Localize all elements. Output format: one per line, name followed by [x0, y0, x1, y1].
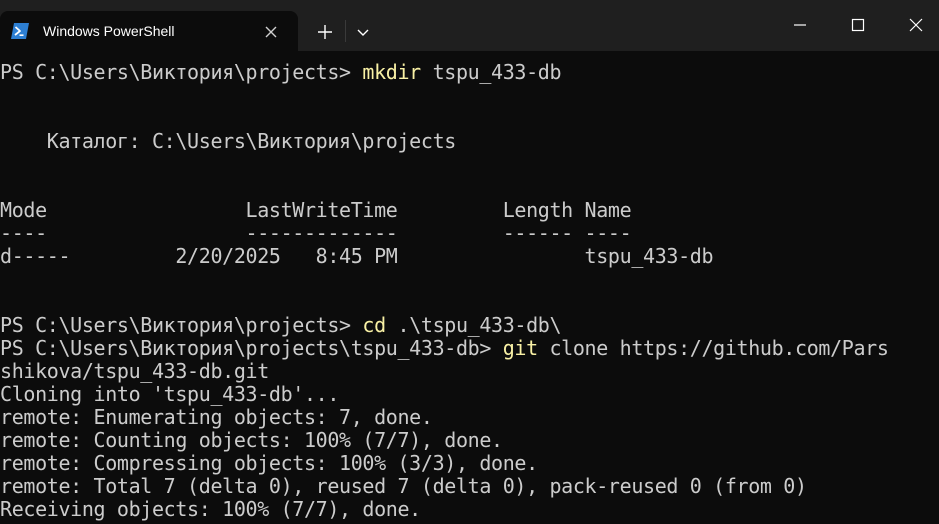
prompt-line-git: PS C:\Users\Виктория\projects\tspu_433-d… — [0, 337, 889, 360]
command-args: .\tspu_433-db\ — [385, 313, 562, 337]
maximize-icon — [851, 18, 865, 32]
powershell-icon — [10, 22, 30, 40]
prompt: PS C:\Users\Виктория\projects> — [0, 60, 363, 84]
maximize-button[interactable] — [829, 0, 887, 51]
output-line: remote: Total 7 (delta 0), reused 7 (del… — [0, 474, 807, 498]
powershell-window: Windows PowerShell PS C:\Users\Виктория\… — [0, 0, 939, 524]
tab-divider — [345, 20, 346, 42]
new-tab-button[interactable] — [310, 18, 340, 46]
table-underline: ---- ------------- ------ ---- — [0, 221, 632, 245]
prompt-line-cd: PS C:\Users\Виктория\projects> cd .\tspu… — [0, 313, 562, 337]
minimize-button[interactable] — [771, 0, 829, 51]
table-row: d----- 2/20/2025 8:45 PM tspu_433-db — [0, 244, 714, 268]
chevron-down-icon — [357, 29, 369, 36]
close-icon — [909, 18, 923, 32]
terminal-output[interactable]: PS C:\Users\Виктория\projects> mkdir tsp… — [0, 51, 939, 524]
output-line: Cloning into 'tspu_433-db'... — [0, 382, 340, 406]
tab-title: Windows PowerShell — [43, 23, 175, 39]
command-args: tspu_433-db — [420, 60, 562, 84]
command-name: mkdir — [362, 60, 421, 84]
table-header: Mode LastWriteTime Length Name — [0, 198, 632, 222]
output-line: Receiving objects: 100% (7/7), done. — [0, 497, 421, 521]
catalog-line: Каталог: C:\Users\Виктория\projects — [0, 129, 457, 153]
title-bar: Windows PowerShell — [0, 0, 939, 51]
wrapped-line: shikova/tspu_433-db.git — [0, 359, 269, 383]
command-args: clone https://github.com/Pars — [537, 336, 889, 360]
dropdown-button[interactable] — [350, 18, 376, 46]
prompt-line-mkdir: PS C:\Users\Виктория\projects> mkdir tsp… — [0, 60, 562, 84]
tab-windows-powershell[interactable]: Windows PowerShell — [0, 11, 298, 51]
output-line: remote: Counting objects: 100% (7/7), do… — [0, 428, 503, 452]
command-name: cd — [362, 313, 386, 337]
output-line: remote: Enumerating objects: 7, done. — [0, 405, 433, 429]
prompt: PS C:\Users\Виктория\projects> — [0, 313, 363, 337]
output-line: remote: Compressing objects: 100% (3/3),… — [0, 451, 538, 475]
command-name: git — [502, 336, 538, 360]
close-window-button[interactable] — [887, 0, 939, 51]
close-tab-icon[interactable] — [262, 23, 280, 41]
plus-icon — [318, 25, 332, 39]
prompt: PS C:\Users\Виктория\projects\tspu_433-d… — [0, 336, 503, 360]
